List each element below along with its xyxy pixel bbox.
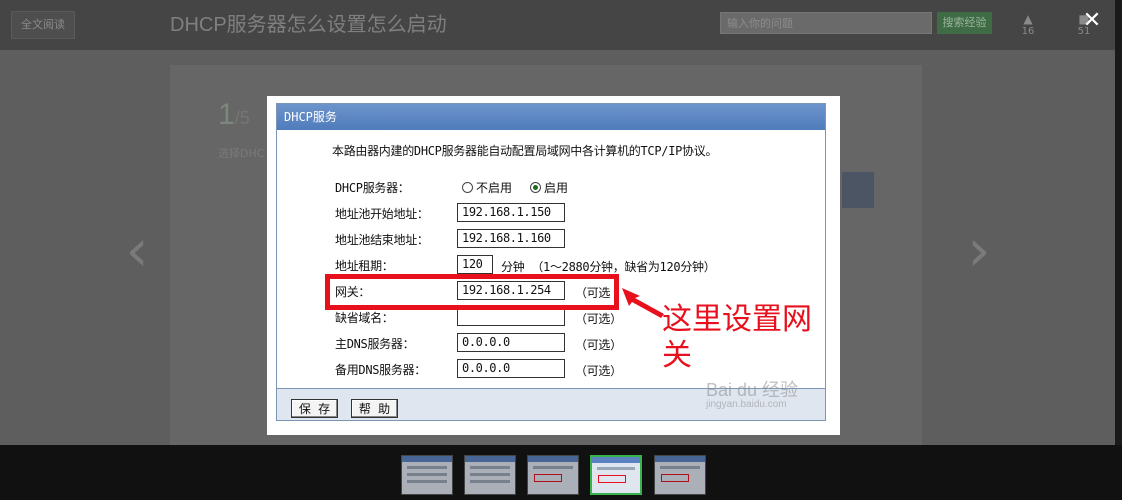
secondary-dns-optional: （可选） xyxy=(575,364,622,378)
lease-time-input[interactable]: 120 xyxy=(457,255,493,274)
step-text: 选择DHC xyxy=(218,147,265,160)
chevron-left-icon[interactable]: ‹ xyxy=(120,218,154,288)
step-current: 1 xyxy=(218,98,235,131)
search-input[interactable]: 输入你的问题 xyxy=(720,12,932,34)
primary-dns-label: 主DNS服务器： xyxy=(335,337,415,351)
radio-off-label: 不启用 xyxy=(476,181,513,195)
search-button[interactable]: 搜索经验 xyxy=(937,12,992,34)
dhcp-server-label: DHCP服务器： xyxy=(335,181,410,195)
default-domain-optional: （可选） xyxy=(575,312,622,326)
annotation-text: 这里设置网关 xyxy=(662,302,812,373)
dialog-description: 本路由器内建的DHCP服务器能自动配置局域网中各计算机的TCP/IP协议。 xyxy=(332,144,718,158)
default-domain-label: 缺省域名： xyxy=(335,311,394,325)
secondary-dns-label: 备用DNS服务器： xyxy=(335,363,426,377)
primary-dns-optional: （可选） xyxy=(575,338,622,352)
radio-off-icon[interactable] xyxy=(462,182,473,193)
baidu-watermark: Bai du 经验 jingyan.baidu.com xyxy=(706,380,798,410)
pool-end-label: 地址池结束地址： xyxy=(335,233,429,247)
radio-on-icon[interactable] xyxy=(530,182,541,193)
thumbnail-step-4[interactable] xyxy=(590,455,642,495)
thumbs-up-icon: ▲ xyxy=(1023,12,1033,26)
secondary-dns-input[interactable]: 0.0.0.0 xyxy=(457,359,565,378)
pool-end-input[interactable]: 192.168.1.160 xyxy=(457,229,565,248)
pool-start-input[interactable]: 192.168.1.150 xyxy=(457,203,565,222)
radio-on-label: 启用 xyxy=(544,181,569,195)
lease-time-label: 地址租期： xyxy=(335,259,394,273)
pool-start-label: 地址池开始地址： xyxy=(335,207,429,221)
red-arrow-icon xyxy=(622,288,664,318)
thumbnail-step-5[interactable] xyxy=(654,455,706,495)
step-total: /5 xyxy=(234,108,250,128)
page-title: DHCP服务器怎么设置怎么启动 xyxy=(170,14,447,36)
radio-disable[interactable]: 不启用 xyxy=(462,179,512,196)
dialog-title: DHCP服务 xyxy=(277,104,825,130)
help-button[interactable]: 帮 助 xyxy=(351,399,398,418)
primary-dns-input[interactable]: 0.0.0.0 xyxy=(457,333,565,352)
watermark-url: jingyan.baidu.com xyxy=(706,399,787,410)
full-text-button[interactable]: 全文阅读 xyxy=(11,11,75,39)
thumbnail-step-3[interactable] xyxy=(527,455,579,495)
chevron-right-icon[interactable]: › xyxy=(962,218,996,288)
watermark-brand: Bai du 经验 xyxy=(706,380,799,400)
thumbnail-step-2[interactable] xyxy=(464,455,516,495)
lease-time-hint: 分钟 （1～2880分钟，缺省为120分钟） xyxy=(501,260,716,274)
likes-stat[interactable]: ▲ 16 xyxy=(1016,12,1040,37)
save-button[interactable]: 保 存 xyxy=(291,399,338,418)
thumbnail-step-1[interactable] xyxy=(401,455,453,495)
radio-enable[interactable]: 启用 xyxy=(530,179,568,196)
close-icon[interactable]: ✕ xyxy=(1080,8,1104,34)
likes-count: 16 xyxy=(1021,26,1035,37)
content-image-edge xyxy=(842,172,874,208)
gateway-highlight-box xyxy=(325,274,619,310)
step-indicator: 1/5 xyxy=(218,98,250,132)
